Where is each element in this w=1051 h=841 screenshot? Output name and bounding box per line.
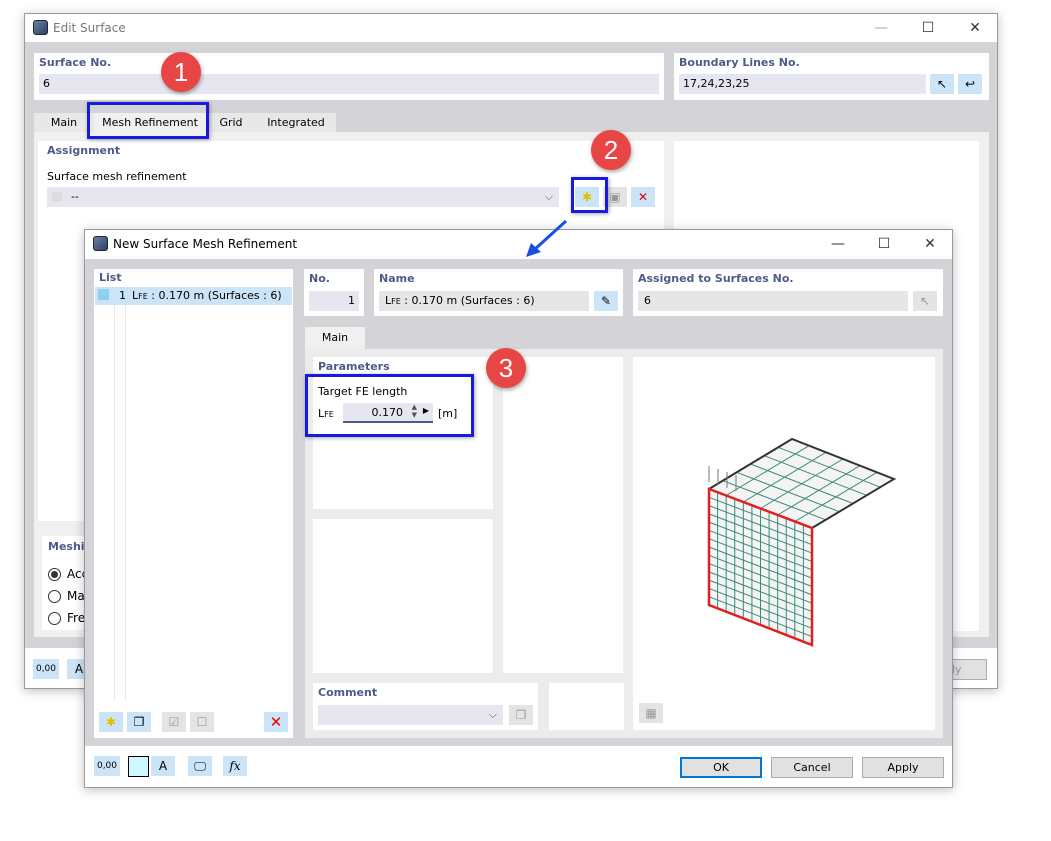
highlight-mesh-refinement-tab xyxy=(87,102,209,139)
highlight-new-button xyxy=(571,177,608,213)
highlight-target-fe-length xyxy=(305,374,474,437)
step-badge-2: 2 xyxy=(591,130,631,170)
step-badge-1: 1 xyxy=(161,52,201,92)
step-badge-3: 3 xyxy=(486,348,526,388)
